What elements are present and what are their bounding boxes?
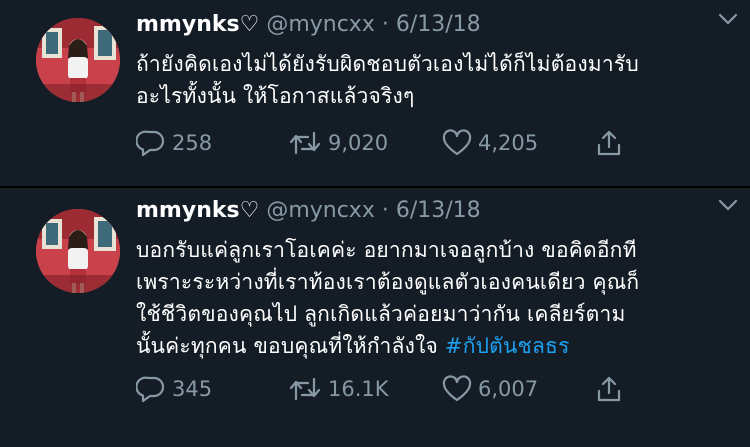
retweet-count: 16.1K <box>328 377 389 401</box>
retweet-icon <box>289 377 321 401</box>
reply-count: 258 <box>172 131 213 155</box>
tweet[interactable]: mmynks♡ @myncxx · 6/13/18 บอกรับแค่ลูกเร… <box>0 188 750 447</box>
tweet-header: mmynks♡ @myncxx · 6/13/18 <box>136 196 730 226</box>
like-button[interactable]: 6,007 <box>442 373 538 405</box>
display-name[interactable]: mmynks♡ <box>136 12 259 37</box>
retweet-button[interactable]: 16.1K <box>288 373 389 405</box>
tweet-actions: 345 16.1K 6,007 <box>136 373 621 405</box>
hashtag-link[interactable]: #กัปตันชลธร <box>445 334 570 358</box>
like-icon <box>442 375 472 402</box>
caret-down-icon[interactable] <box>718 12 738 26</box>
reply-count: 345 <box>172 377 213 401</box>
tweet-actions: 258 9,020 4,205 <box>136 127 621 159</box>
reply-icon <box>136 376 165 403</box>
tweet-date[interactable]: 6/13/18 <box>396 12 481 37</box>
share-icon <box>597 376 621 402</box>
share-icon <box>597 130 621 156</box>
caret-down-icon[interactable] <box>718 198 738 212</box>
like-icon <box>442 129 472 156</box>
like-button[interactable]: 4,205 <box>442 127 538 159</box>
share-button[interactable] <box>594 127 630 159</box>
tweet[interactable]: mmynks♡ @myncxx · 6/13/18 ถ้ายังคิดเองไม… <box>0 0 750 186</box>
user-handle[interactable]: @myncxx <box>266 198 375 223</box>
retweet-icon <box>289 131 321 155</box>
like-count: 4,205 <box>478 131 539 155</box>
retweet-button[interactable]: 9,020 <box>288 127 388 159</box>
tweet-date[interactable]: 6/13/18 <box>396 198 481 223</box>
tweet-text: บอกรับแค่ลูกเราโอเคค่ะ อยากมาเจอลูกบ้าง … <box>136 234 730 362</box>
reply-button[interactable]: 258 <box>136 127 212 159</box>
tweet-text: ถ้ายังคิดเองไม่ได้ยังรับผิดชอบตัวเองไม่ไ… <box>136 52 639 108</box>
reply-button[interactable]: 345 <box>136 373 212 405</box>
reply-icon <box>136 130 165 157</box>
tweet-header: mmynks♡ @myncxx · 6/13/18 <box>136 10 730 40</box>
display-name[interactable]: mmynks♡ <box>136 198 259 223</box>
avatar[interactable] <box>36 18 120 102</box>
like-count: 6,007 <box>478 377 539 401</box>
separator: · <box>381 12 389 37</box>
share-button[interactable] <box>594 373 630 405</box>
retweet-count: 9,020 <box>328 131 389 155</box>
separator: · <box>381 198 389 223</box>
avatar[interactable] <box>36 209 120 293</box>
user-handle[interactable]: @myncxx <box>266 12 375 37</box>
